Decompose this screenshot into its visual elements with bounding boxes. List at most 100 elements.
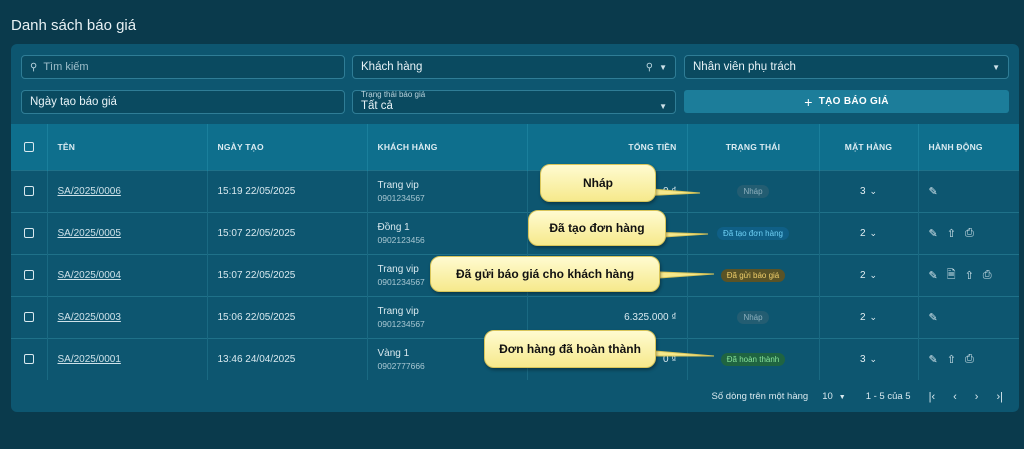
items-count[interactable]: 2 ⌄ <box>860 270 877 281</box>
row-actions: ✎ ⇧ ⎙ <box>929 353 1009 366</box>
row-checkbox[interactable] <box>23 269 34 280</box>
search-icon: ⚲ <box>645 61 654 73</box>
chevron-down-icon: ⌄ <box>869 311 878 322</box>
header-items[interactable]: MẶT HÀNG <box>819 124 919 170</box>
chevron-down-icon: ▼ <box>659 62 667 72</box>
document-icon[interactable]: 🗎 <box>947 266 956 285</box>
edit-icon[interactable]: ✎ <box>929 227 938 240</box>
row-actions: ✎ 🗎 ⇧ ⎙ <box>929 266 1009 285</box>
status-badge: Nháp <box>737 184 769 198</box>
status-badge: Đã gửi báo giá <box>720 268 786 282</box>
page-range: 1 - 5 của 5 <box>865 391 911 402</box>
row-actions: ✎ ⇧ ⎙ <box>929 227 1009 240</box>
items-count[interactable]: 2 ⌄ <box>860 312 877 323</box>
created-date: 13:46 24/04/2025 <box>207 337 368 380</box>
chevron-down-icon: ⌄ <box>869 227 878 238</box>
items-count[interactable]: 2 ⌄ <box>860 228 877 239</box>
header-created[interactable]: NGÀY TẠO <box>207 124 368 170</box>
prev-page-icon[interactable]: ‹ <box>953 391 957 403</box>
callout-order-created: Đã tạo đơn hàng <box>528 210 666 246</box>
last-page-icon[interactable]: ›| <box>996 391 1003 403</box>
items-count-value: 2 <box>859 269 866 281</box>
chevron-down-icon: ▼ <box>992 62 1000 72</box>
customer-select[interactable]: Khách hàng ⚲ ▼ <box>352 55 676 79</box>
row-checkbox[interactable] <box>23 354 34 365</box>
chevron-down-icon: ▼ <box>838 394 846 401</box>
quote-code-link[interactable]: SA/2025/0001 <box>58 354 121 365</box>
first-page-icon[interactable]: |‹ <box>929 391 936 403</box>
row-checkbox[interactable] <box>23 311 34 322</box>
share-icon[interactable]: ⇧ <box>947 353 956 366</box>
edit-icon[interactable]: ✎ <box>929 185 938 198</box>
status-badge: Nháp <box>737 310 769 324</box>
share-icon[interactable]: ⇧ <box>947 227 956 240</box>
items-count-value: 2 <box>859 227 866 239</box>
search-icon: ⚲ <box>30 61 38 73</box>
items-count[interactable]: 3 ⌄ <box>860 186 877 197</box>
quote-code-link[interactable]: SA/2025/0006 <box>58 186 121 197</box>
search-input[interactable]: ⚲ Tìm kiếm <box>21 55 345 79</box>
chevron-down-icon: ⌄ <box>869 185 878 196</box>
callout-completed: Đơn hàng đã hoàn thành <box>484 330 656 368</box>
table-row: SA/2025/0005 15:07 22/05/2025 Đồng 1 0902… <box>11 211 1019 254</box>
header-status[interactable]: TRẠNG THÁI <box>687 124 820 170</box>
customer-phone: 0902123456 <box>377 234 425 245</box>
items-count-value: 3 <box>859 353 866 365</box>
created-date-label: Ngày tạo báo giá <box>30 96 117 108</box>
table-header-row: TÊN NGÀY TẠO KHÁCH HÀNG TỔNG TIỀN TRẠNG … <box>11 124 1019 170</box>
status-badge: Đã hoàn thành <box>720 352 786 366</box>
staff-select[interactable]: Nhân viên phụ trách ▼ <box>684 55 1009 79</box>
callout-draft: Nháp <box>540 164 656 202</box>
callout-sent: Đã gửi báo giá cho khách hàng <box>430 256 660 292</box>
row-checkbox[interactable] <box>23 227 34 238</box>
header-name[interactable]: TÊN <box>47 124 208 170</box>
created-date: 15:07 22/05/2025 <box>207 253 368 296</box>
staff-select-label: Nhân viên phụ trách <box>693 61 796 73</box>
status-select[interactable]: Trạng thái báo giá Tất cả ▼ <box>352 90 676 114</box>
customer-phone: 0901234567 <box>377 318 425 329</box>
quote-code-link[interactable]: SA/2025/0003 <box>58 312 121 323</box>
header-customer[interactable]: KHÁCH HÀNG <box>367 124 528 170</box>
created-date-input[interactable]: Ngày tạo báo giá <box>21 90 345 114</box>
items-count-value: 3 <box>859 185 866 197</box>
status-select-legend: Trạng thái báo giá <box>361 90 426 99</box>
search-placeholder: Tìm kiếm <box>43 61 89 73</box>
table-row: SA/2025/0006 15:19 22/05/2025 Trang vip 0… <box>11 169 1019 212</box>
customer-name: Trang vip <box>377 305 419 317</box>
row-actions: ✎ <box>929 311 1009 324</box>
share-icon[interactable]: ⇧ <box>965 269 974 282</box>
rows-per-page-value: 10 <box>822 391 833 402</box>
customer-name: Đồng 1 <box>377 221 410 233</box>
header-actions: HÀNH ĐỘNG <box>918 124 1019 170</box>
print-icon[interactable]: ⎙ <box>965 353 974 366</box>
print-icon[interactable]: ⎙ <box>983 269 992 282</box>
edit-icon[interactable]: ✎ <box>929 311 938 324</box>
rows-per-page-label: Số dòng trên một hàng <box>711 391 809 402</box>
select-all-checkbox[interactable] <box>23 142 34 153</box>
status-badge: Đã tạo đơn hàng <box>717 226 789 240</box>
total-amount: 6.325.000 ₫ <box>624 311 677 323</box>
rows-per-page-select[interactable]: 10 ▼ <box>822 391 846 402</box>
created-date: 15:07 22/05/2025 <box>207 211 368 254</box>
edit-icon[interactable]: ✎ <box>929 353 938 366</box>
status-select-value: Tất cả <box>361 100 393 112</box>
items-count-value: 2 <box>859 311 866 323</box>
next-page-icon[interactable]: › <box>975 391 979 403</box>
chevron-down-icon: ⌄ <box>869 353 878 364</box>
quote-code-link[interactable]: SA/2025/0005 <box>58 228 121 239</box>
row-actions: ✎ <box>929 185 1009 198</box>
edit-icon[interactable]: ✎ <box>929 269 938 282</box>
chevron-down-icon: ▼ <box>659 101 667 111</box>
chevron-down-icon: ⌄ <box>869 269 878 280</box>
page-title: Danh sách báo giá <box>11 17 137 34</box>
customer-name: Trang vip <box>377 179 419 191</box>
row-checkbox[interactable] <box>23 185 34 196</box>
quote-code-link[interactable]: SA/2025/0004 <box>58 270 121 281</box>
print-icon[interactable]: ⎙ <box>965 227 974 240</box>
items-count[interactable]: 3 ⌄ <box>860 354 877 365</box>
plus-icon: + <box>804 93 813 110</box>
created-date: 15:19 22/05/2025 <box>207 169 368 212</box>
customer-phone: 0901234567 <box>377 192 425 203</box>
create-quote-button[interactable]: + TẠO BÁO GIÁ <box>684 90 1009 113</box>
select-all-cell <box>11 124 48 170</box>
